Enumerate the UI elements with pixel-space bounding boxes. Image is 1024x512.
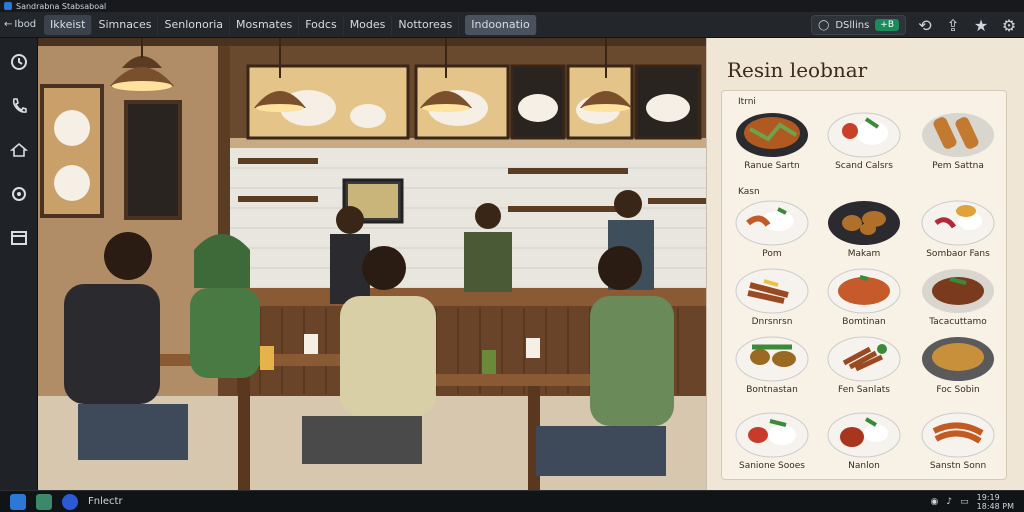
back-button[interactable]: ← Ibod xyxy=(0,12,44,38)
tab-indoonatio[interactable]: Indoonatio xyxy=(465,14,537,35)
dish-item[interactable]: Sombaor Fans xyxy=(916,193,1000,263)
dish-image xyxy=(827,412,901,458)
network-icon[interactable]: ◉ xyxy=(931,497,939,507)
dish-label: Nanlon xyxy=(848,461,880,471)
dish-image xyxy=(827,112,901,158)
start-icon[interactable] xyxy=(10,493,26,510)
dish-label: Ranue Sartn xyxy=(744,161,800,171)
taskbar-app-label[interactable]: Fnlectr xyxy=(88,496,123,507)
volume-icon[interactable]: ♪ xyxy=(946,497,952,507)
dish-label: Sombaor Fans xyxy=(926,249,990,259)
dish-label: Tacacuttamo xyxy=(929,317,987,327)
dish-image xyxy=(922,337,994,381)
restaurant-scene xyxy=(38,38,706,490)
dish-image xyxy=(827,336,901,382)
dish-image xyxy=(735,412,809,458)
tab-senlonoria[interactable]: Senlonoria xyxy=(158,14,231,35)
dish-image xyxy=(735,268,809,314)
phone-icon[interactable] xyxy=(7,94,31,118)
dish-item[interactable]: Ranue Sartn xyxy=(730,105,814,175)
dish-image xyxy=(827,268,901,314)
dish-item[interactable]: Pom xyxy=(730,193,814,263)
system-tray: ◉ ♪ ▭ 19:19 18:48 PM xyxy=(931,493,1014,511)
dish-item[interactable]: Makam xyxy=(822,193,906,263)
clock-icon[interactable] xyxy=(7,50,31,74)
taskbar: Fnlectr ◉ ♪ ▭ 19:19 18:48 PM xyxy=(0,490,1024,512)
menu-title: Resin leobnar xyxy=(727,58,868,82)
title-bar: Sandrabna Stabsaboal xyxy=(0,0,1024,12)
dish-image xyxy=(922,269,994,313)
dish-label: Pom xyxy=(762,249,782,259)
tab-ikkeist[interactable]: Ikkeist xyxy=(44,14,93,35)
dish-label: Fen Sanlats xyxy=(838,385,890,395)
dish-item[interactable]: Sanione Sooes xyxy=(730,405,814,475)
clock-date: 18:48 PM xyxy=(976,502,1014,511)
window-icon[interactable] xyxy=(7,226,31,250)
dish-item[interactable]: Bontnastan xyxy=(730,329,814,399)
tab-mosmates[interactable]: Mosmates xyxy=(230,14,300,35)
dish-image xyxy=(922,113,994,157)
dish-image xyxy=(735,200,809,246)
dish-item[interactable]: Bomtinan xyxy=(822,261,906,331)
tab-modes[interactable]: Modes xyxy=(344,14,393,35)
status-label: DSllins xyxy=(835,19,870,31)
chalkboard xyxy=(124,100,182,220)
sync-icon[interactable]: ⟲ xyxy=(916,16,934,35)
share-icon[interactable]: ⇪ xyxy=(944,16,962,35)
window-title: Sandrabna Stabsaboal xyxy=(16,1,107,11)
tab-nottoreas[interactable]: Nottoreas xyxy=(392,14,460,35)
dish-label: Makam xyxy=(847,249,881,259)
dish-label: Foc Sobin xyxy=(936,385,980,395)
menu-panel: Resin leobnar Itrni Kasn Ranue Sartn Sca… xyxy=(706,38,1024,490)
dish-item[interactable]: Foc Sobin xyxy=(916,329,1000,399)
browser-icon[interactable] xyxy=(62,493,78,510)
dish-label: Dnrsnrsn xyxy=(751,317,793,327)
status-badge: +B xyxy=(875,19,899,31)
sidebar xyxy=(0,38,38,490)
dish-image xyxy=(736,113,808,157)
dish-label: Sanione Sooes xyxy=(739,461,805,471)
app-icon xyxy=(4,2,12,10)
dish-image xyxy=(828,201,900,245)
star-icon[interactable]: ★ xyxy=(972,16,990,35)
restaurant-illustration xyxy=(38,38,706,490)
tab-bar: ← Ibod Ikkeist Simnaces Senlonoria Mosma… xyxy=(0,12,1024,38)
dish-item[interactable]: Nanlon xyxy=(822,405,906,475)
dish-item[interactable]: Fen Sanlats xyxy=(822,329,906,399)
back-arrow-icon: ← xyxy=(4,19,13,30)
dish-item[interactable]: Sanstn Sonn xyxy=(916,405,1000,475)
battery-icon[interactable]: ▭ xyxy=(960,497,969,507)
app-window: Sandrabna Stabsaboal ← Ibod Ikkeist Simn… xyxy=(0,0,1024,512)
wall-menu-boards xyxy=(246,64,702,140)
home-icon[interactable] xyxy=(7,138,31,162)
clock[interactable]: 19:19 18:48 PM xyxy=(977,493,1014,511)
menu-card: Itrni Kasn Ranue Sartn Scand Calsrs Pem … xyxy=(721,90,1007,480)
dish-label: Bontnastan xyxy=(746,385,798,395)
dish-item[interactable]: Scand Calsrs xyxy=(822,105,906,175)
tab-fodcs[interactable]: Fodcs xyxy=(299,14,344,35)
dish-label: Scand Calsrs xyxy=(835,161,893,171)
dish-item[interactable]: Tacacuttamo xyxy=(916,261,1000,331)
dish-label: Pem Sattna xyxy=(932,161,984,171)
dish-image xyxy=(735,336,809,382)
clock-time: 19:19 xyxy=(976,493,1000,502)
folder-icon[interactable] xyxy=(36,493,52,510)
dish-item[interactable]: Pem Sattna xyxy=(916,105,1000,175)
settings-icon[interactable] xyxy=(7,182,31,206)
extension-icon[interactable]: ⚙ xyxy=(1000,16,1018,35)
circle-icon: ◯ xyxy=(818,19,830,31)
dish-image xyxy=(921,200,995,246)
back-label: Ibod xyxy=(14,19,37,30)
status-pill[interactable]: ◯ DSllins +B xyxy=(811,15,906,35)
top-right-controls: ◯ DSllins +B ⟲ ⇪ ★ ⚙ xyxy=(811,14,1018,36)
dish-label: Bomtinan xyxy=(842,317,886,327)
tab-simnaces[interactable]: Simnaces xyxy=(92,14,159,35)
dish-image xyxy=(921,412,995,458)
dish-item[interactable]: Dnrsnrsn xyxy=(730,261,814,331)
dish-label: Sanstn Sonn xyxy=(929,461,987,471)
